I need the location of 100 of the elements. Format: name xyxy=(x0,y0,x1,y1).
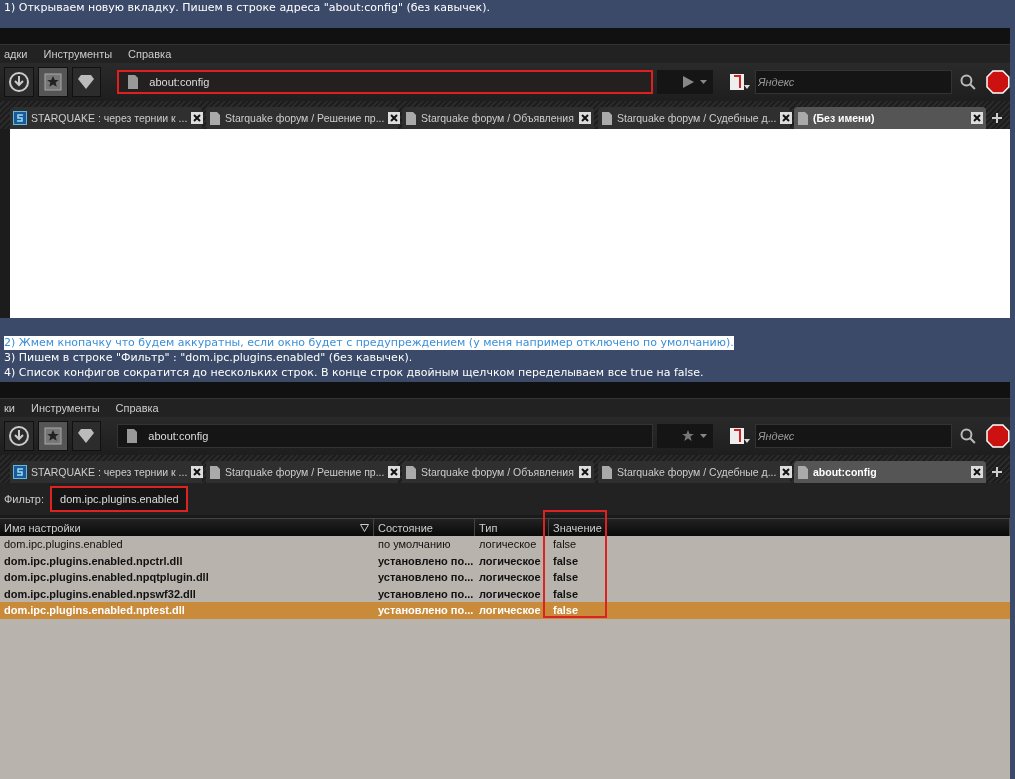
search-engine-icon[interactable] xyxy=(729,427,751,445)
table-cell-text: dom.ipc.plugins.enabled.npswf32.dll xyxy=(3,587,197,600)
browser-tab[interactable]: Starquake форум / Решение пр... xyxy=(206,107,398,129)
caption-text: 3) Пишем в строке "Фильтр" : "dom.ipc.plugins.enabled" (без кавычек). xyxy=(4,351,413,365)
table-cell-text: false xyxy=(552,554,580,567)
menu-item[interactable]: Инструменты xyxy=(30,402,100,414)
site-logo-icon xyxy=(13,465,27,479)
addons-button[interactable] xyxy=(71,421,102,451)
browser-tab[interactable]: Starquake форум / Судебные д... xyxy=(598,107,790,129)
table-cell-text: установлено по... xyxy=(377,571,475,584)
close-icon[interactable] xyxy=(579,112,591,124)
table-cell-text: dom.ipc.plugins.enabled.npqtplugin.dll xyxy=(3,571,210,584)
table-cell-text: логическое xyxy=(478,587,542,600)
close-icon[interactable] xyxy=(971,466,983,478)
plus-icon[interactable] xyxy=(992,467,1002,477)
search-field[interactable]: Яндекс xyxy=(755,70,953,94)
caption-text: 2) Жмем кнопачку что будем аккуратны, если окно будет с предупреждением (у меня например отключено по умолчанию). xyxy=(4,336,734,350)
tab-title: STARQUAKE : через тернии к ... xyxy=(31,466,188,478)
browser-tab[interactable]: Starquake форум / Объявления xyxy=(402,461,594,483)
address-field[interactable]: about:config xyxy=(117,424,654,448)
browser-tab[interactable]: Starquake форум / Решение пр... xyxy=(206,461,398,483)
tab-title: Starquake форум / Решение пр... xyxy=(225,112,385,124)
search-field[interactable]: Яндекс xyxy=(755,424,953,448)
tab-title: about:config xyxy=(813,466,878,478)
filter-field[interactable]: dom.ipc.plugins.enabled xyxy=(52,488,186,510)
close-icon[interactable] xyxy=(191,466,204,478)
browser-tab[interactable]: STARQUAKE : через тернии к ... xyxy=(10,461,202,483)
star-icon[interactable] xyxy=(682,430,694,442)
tab-title: Starquake форум / Объявления xyxy=(421,466,575,478)
table-cell-text: установлено по... xyxy=(377,587,475,600)
tab-title: (Без имени) xyxy=(813,112,876,124)
download-icon xyxy=(7,425,30,447)
stop-sign-icon[interactable] xyxy=(986,70,1010,94)
search-icon[interactable] xyxy=(960,428,977,444)
address-field[interactable]: about:config xyxy=(117,70,654,94)
search-icon[interactable] xyxy=(960,74,977,90)
table-cell-text: false xyxy=(552,571,580,584)
table-cell-text: false xyxy=(552,587,580,600)
plus-icon[interactable] xyxy=(992,113,1002,123)
menu-item[interactable]: Справка xyxy=(128,48,172,60)
search-engine-icon[interactable] xyxy=(729,73,751,91)
close-icon[interactable] xyxy=(191,112,204,124)
table-cell-text: dom.ipc.plugins.enabled xyxy=(3,538,124,551)
caret-icon[interactable] xyxy=(700,80,707,84)
table-cell-text: dom.ipc.plugins.enabled.npctrl.dll xyxy=(3,554,184,567)
menu-item[interactable]: Инструменты xyxy=(43,48,113,60)
close-icon[interactable] xyxy=(780,112,793,124)
menu-item[interactable]: Справка xyxy=(115,402,159,414)
page-icon xyxy=(405,464,417,480)
sort-icon xyxy=(360,523,369,532)
close-icon[interactable] xyxy=(971,112,983,124)
table-cell-text: установлено по... xyxy=(377,554,475,567)
table-cell-text: установлено по... xyxy=(377,604,475,617)
table-cell-text: false xyxy=(552,538,578,551)
caret-icon[interactable] xyxy=(700,434,707,438)
page-icon xyxy=(797,110,809,126)
page-icon xyxy=(797,464,809,480)
page-icon xyxy=(126,428,139,444)
caption-text: 4) Список конфигов сократится до нескольких строк. В конце строк двойным щелчком переделываем все true на false. xyxy=(4,366,704,380)
page-icon xyxy=(209,464,221,480)
page-icon xyxy=(127,74,140,90)
browser-tab[interactable]: Starquake форум / Судебные д... xyxy=(598,461,790,483)
close-icon[interactable] xyxy=(388,112,401,124)
tab-title: Starquake форум / Судебные д... xyxy=(617,112,777,124)
close-icon[interactable] xyxy=(780,466,793,478)
gem-icon xyxy=(77,428,96,444)
bookmarks-button[interactable] xyxy=(37,67,68,97)
tab-title: Starquake форум / Судебные д... xyxy=(617,466,777,478)
close-icon[interactable] xyxy=(579,466,591,478)
preference-row[interactable]: dom.ipc.plugins.enabled по умолчанию логическое false xyxy=(0,536,1010,553)
gem-icon xyxy=(77,74,96,90)
table-cell-text: логическое xyxy=(478,538,538,551)
browser-tab[interactable]: Starquake форум / Объявления xyxy=(402,107,594,129)
menu-item[interactable]: адки xyxy=(4,48,28,60)
browser-tab[interactable]: (Без имени) xyxy=(794,107,986,129)
stop-sign-icon[interactable] xyxy=(986,424,1010,448)
download-button[interactable] xyxy=(4,67,34,97)
page-icon xyxy=(601,464,613,480)
page-icon xyxy=(209,110,221,126)
page-icon xyxy=(601,110,613,126)
table-cell-text: dom.ipc.plugins.enabled.nptest.dll xyxy=(3,604,186,617)
table-cell-text: логическое xyxy=(478,554,542,567)
browser-tab[interactable]: STARQUAKE : через тернии к ... xyxy=(10,107,202,129)
browser-tab[interactable]: about:config xyxy=(794,461,986,483)
preference-row[interactable]: dom.ipc.plugins.enabled.npqtplugin.dll установлено по... логическое false xyxy=(0,569,1010,586)
tab-title: Starquake форум / Объявления xyxy=(421,112,575,124)
table-cell-text: логическое xyxy=(478,604,542,617)
download-icon xyxy=(7,71,30,93)
tab-title: STARQUAKE : через тернии к ... xyxy=(31,112,188,124)
table-cell-text: по умолчанию xyxy=(377,538,452,551)
bookmarks-button[interactable] xyxy=(37,421,68,451)
play-icon[interactable] xyxy=(682,76,694,88)
addons-button[interactable] xyxy=(71,67,102,97)
site-logo-icon xyxy=(13,111,27,125)
close-icon[interactable] xyxy=(388,466,401,478)
caption-text: 1) Открываем новую вкладку. Пишем в строке адреса "about:config" (без кавычек). xyxy=(4,1,490,15)
download-button[interactable] xyxy=(4,421,34,451)
table-cell-text: false xyxy=(552,604,580,617)
filter-label: Фильтр: xyxy=(4,493,44,505)
menu-item[interactable]: ки xyxy=(4,402,15,414)
